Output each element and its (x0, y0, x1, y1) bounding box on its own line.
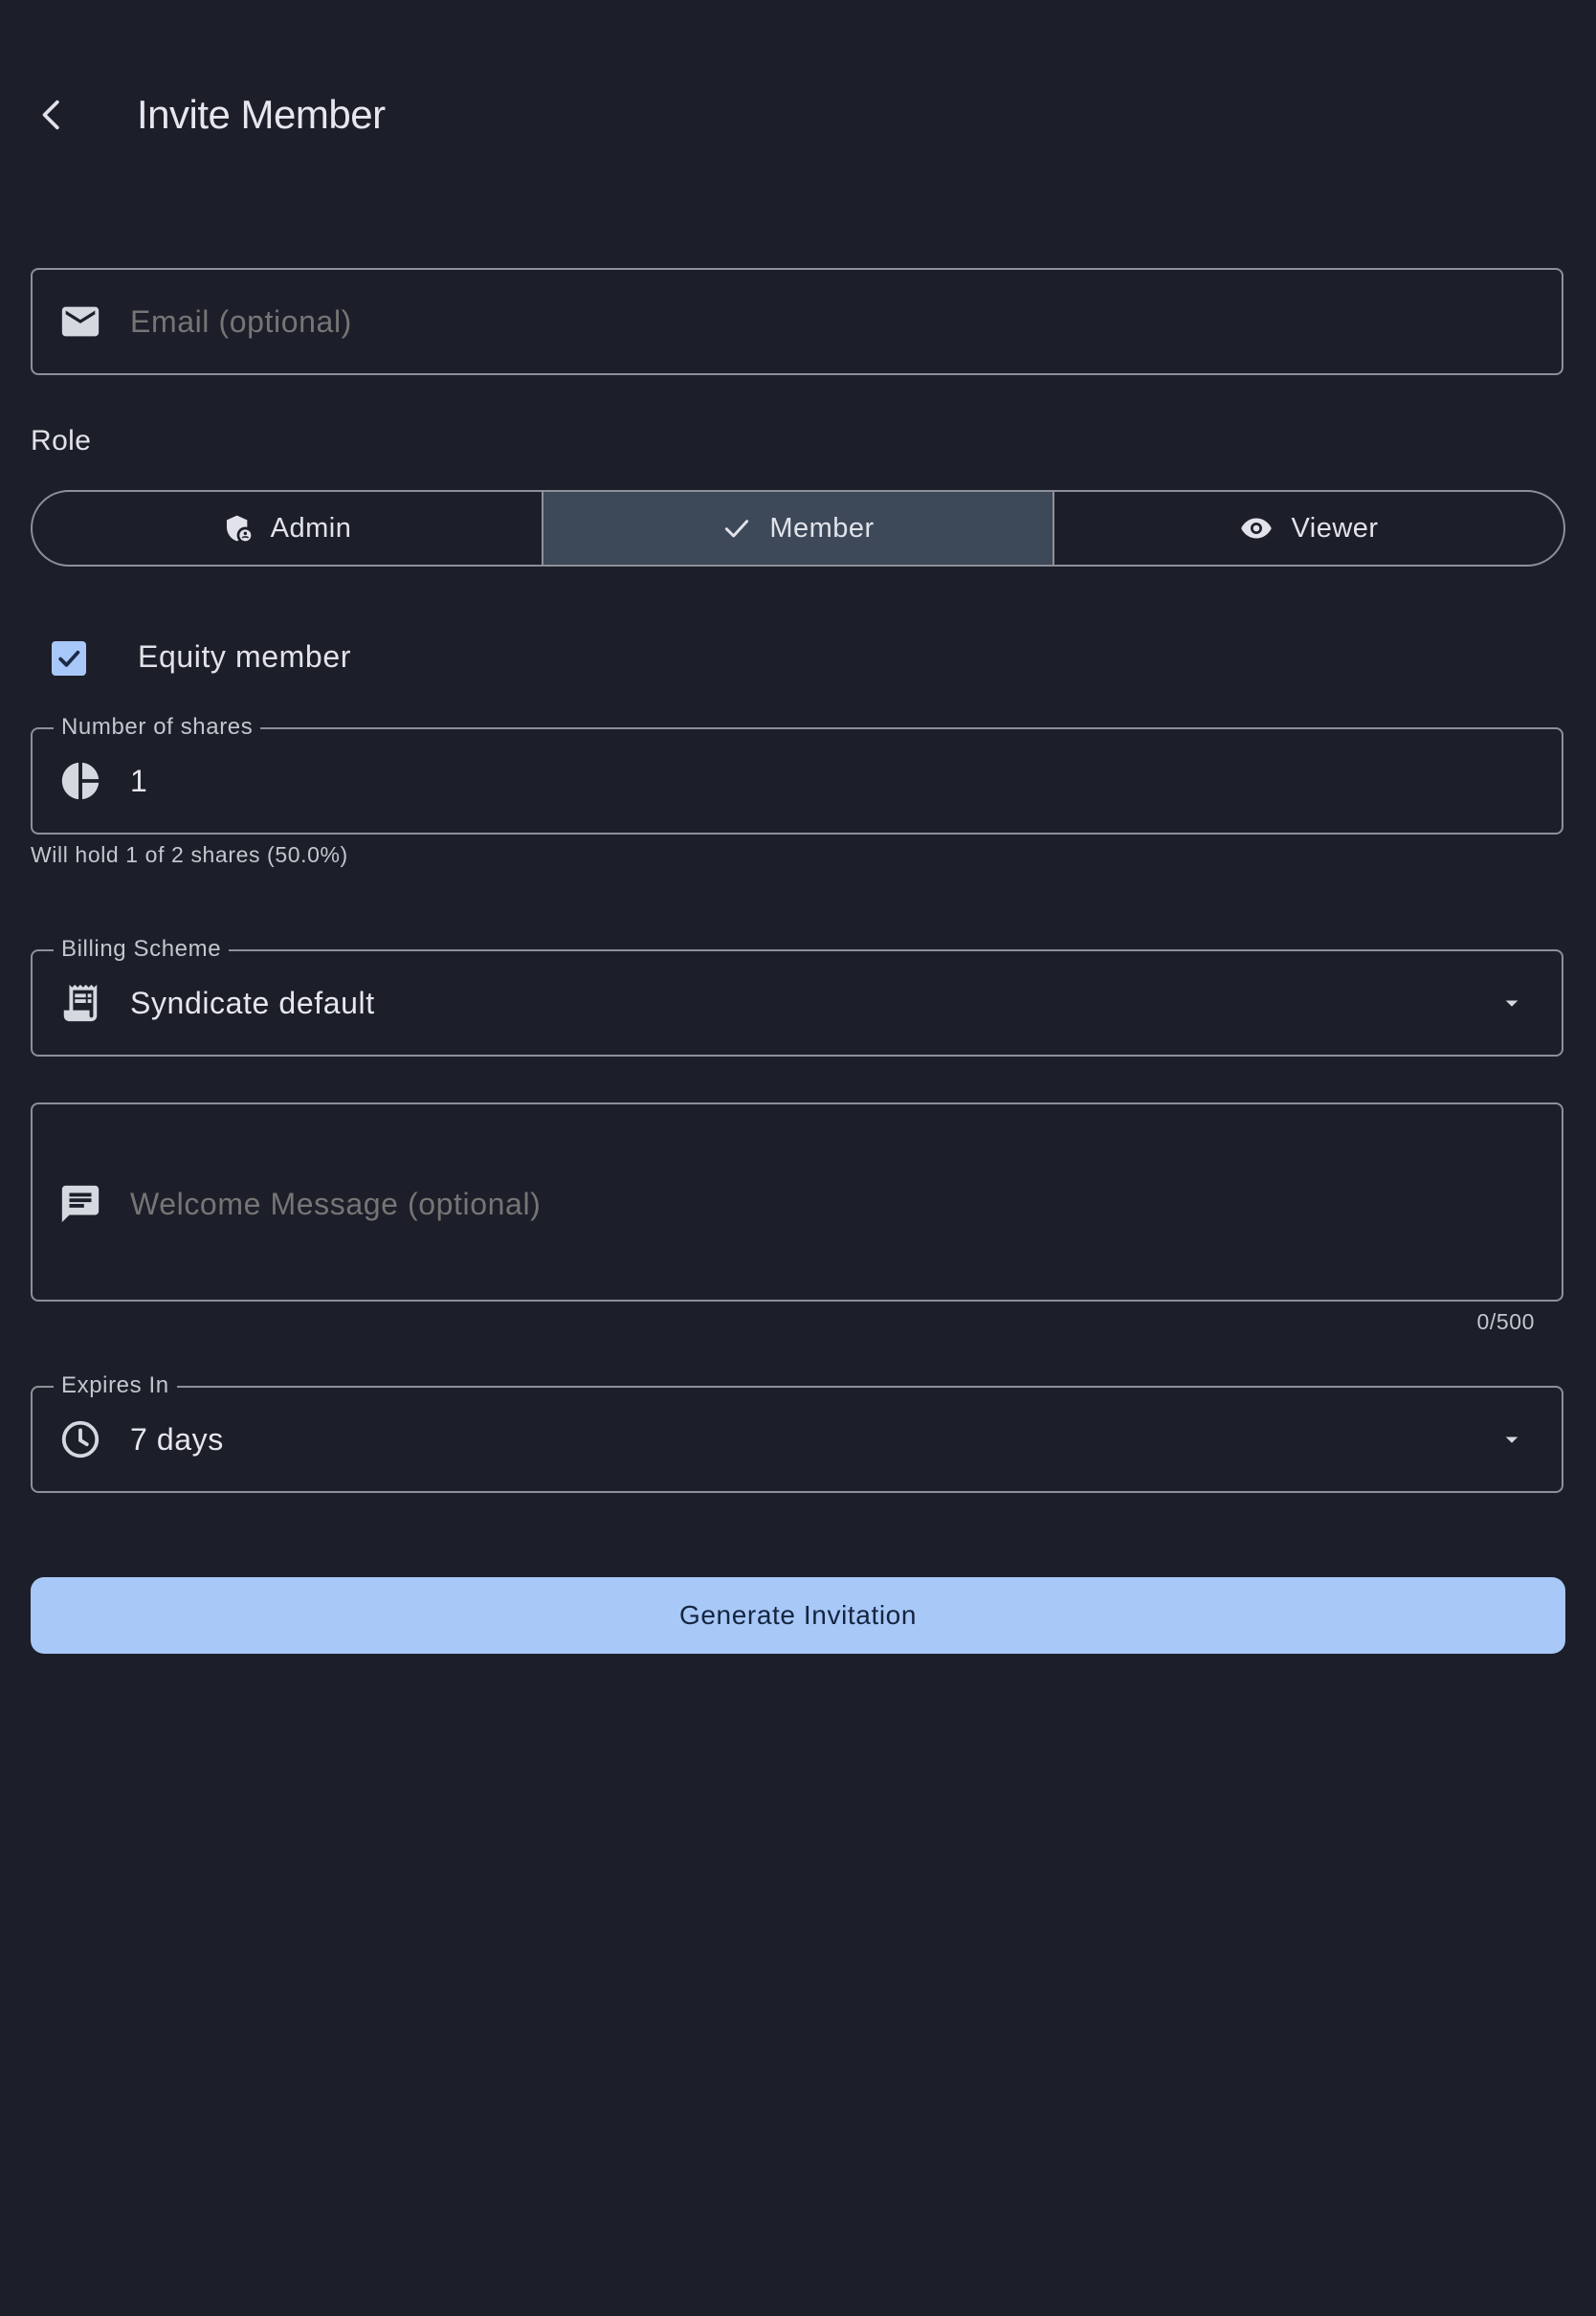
role-member-label: Member (769, 512, 875, 544)
equity-member-row[interactable]: Equity member (31, 622, 605, 695)
check-icon (725, 520, 749, 538)
role-viewer-button[interactable]: Viewer (1053, 492, 1563, 565)
dropdown-arrow-icon (1493, 1420, 1531, 1459)
receipt-icon (57, 980, 103, 1026)
shares-field[interactable]: Number of shares (31, 714, 1563, 835)
welcome-message-counter: 0/500 (1476, 1309, 1535, 1334)
role-segmented-control: Admin Member Viewer (31, 490, 1565, 567)
generate-invitation-button[interactable]: Generate Invitation (31, 1577, 1565, 1654)
checkmark-icon (58, 650, 80, 667)
role-member-button[interactable]: Member (542, 492, 1053, 565)
role-admin-button[interactable]: Admin (33, 492, 542, 565)
expires-in-label: Expires In (54, 1372, 177, 1399)
pie-chart-icon (57, 758, 103, 804)
role-admin-label: Admin (270, 512, 352, 544)
shares-input[interactable] (130, 756, 1508, 806)
mail-icon (57, 299, 103, 345)
dropdown-arrow-icon (1493, 984, 1531, 1022)
email-input[interactable] (130, 297, 1508, 346)
eye-icon (1241, 518, 1273, 539)
billing-scheme-value: Syndicate default (130, 986, 375, 1020)
email-field[interactable] (31, 268, 1563, 375)
billing-scheme-label: Billing Scheme (54, 936, 230, 963)
role-viewer-label: Viewer (1291, 512, 1379, 544)
expires-in-select[interactable]: Expires In 7 days (31, 1372, 1563, 1493)
shares-helper-text: Will hold 1 of 2 shares (50.0%) (31, 842, 348, 867)
chevron-left-icon (42, 100, 59, 130)
app-bar: Invite Member (0, 57, 1596, 172)
welcome-message-field[interactable] (31, 1102, 1563, 1302)
page-title: Invite Member (137, 92, 386, 137)
billing-scheme-select[interactable]: Billing Scheme Syndicate default (31, 936, 1563, 1057)
equity-member-checkbox[interactable] (52, 641, 86, 676)
invite-member-screen: Invite Member Role Admin Member (0, 0, 1596, 2316)
role-label: Role (31, 425, 92, 457)
shares-label: Number of shares (54, 714, 261, 741)
equity-member-label: Equity member (138, 639, 351, 674)
welcome-message-input[interactable] (130, 1179, 1508, 1229)
expires-in-value: 7 days (130, 1422, 224, 1457)
message-icon (57, 1181, 103, 1227)
shield-person-icon (226, 515, 251, 542)
clock-icon (57, 1416, 103, 1462)
back-button[interactable] (21, 84, 82, 145)
